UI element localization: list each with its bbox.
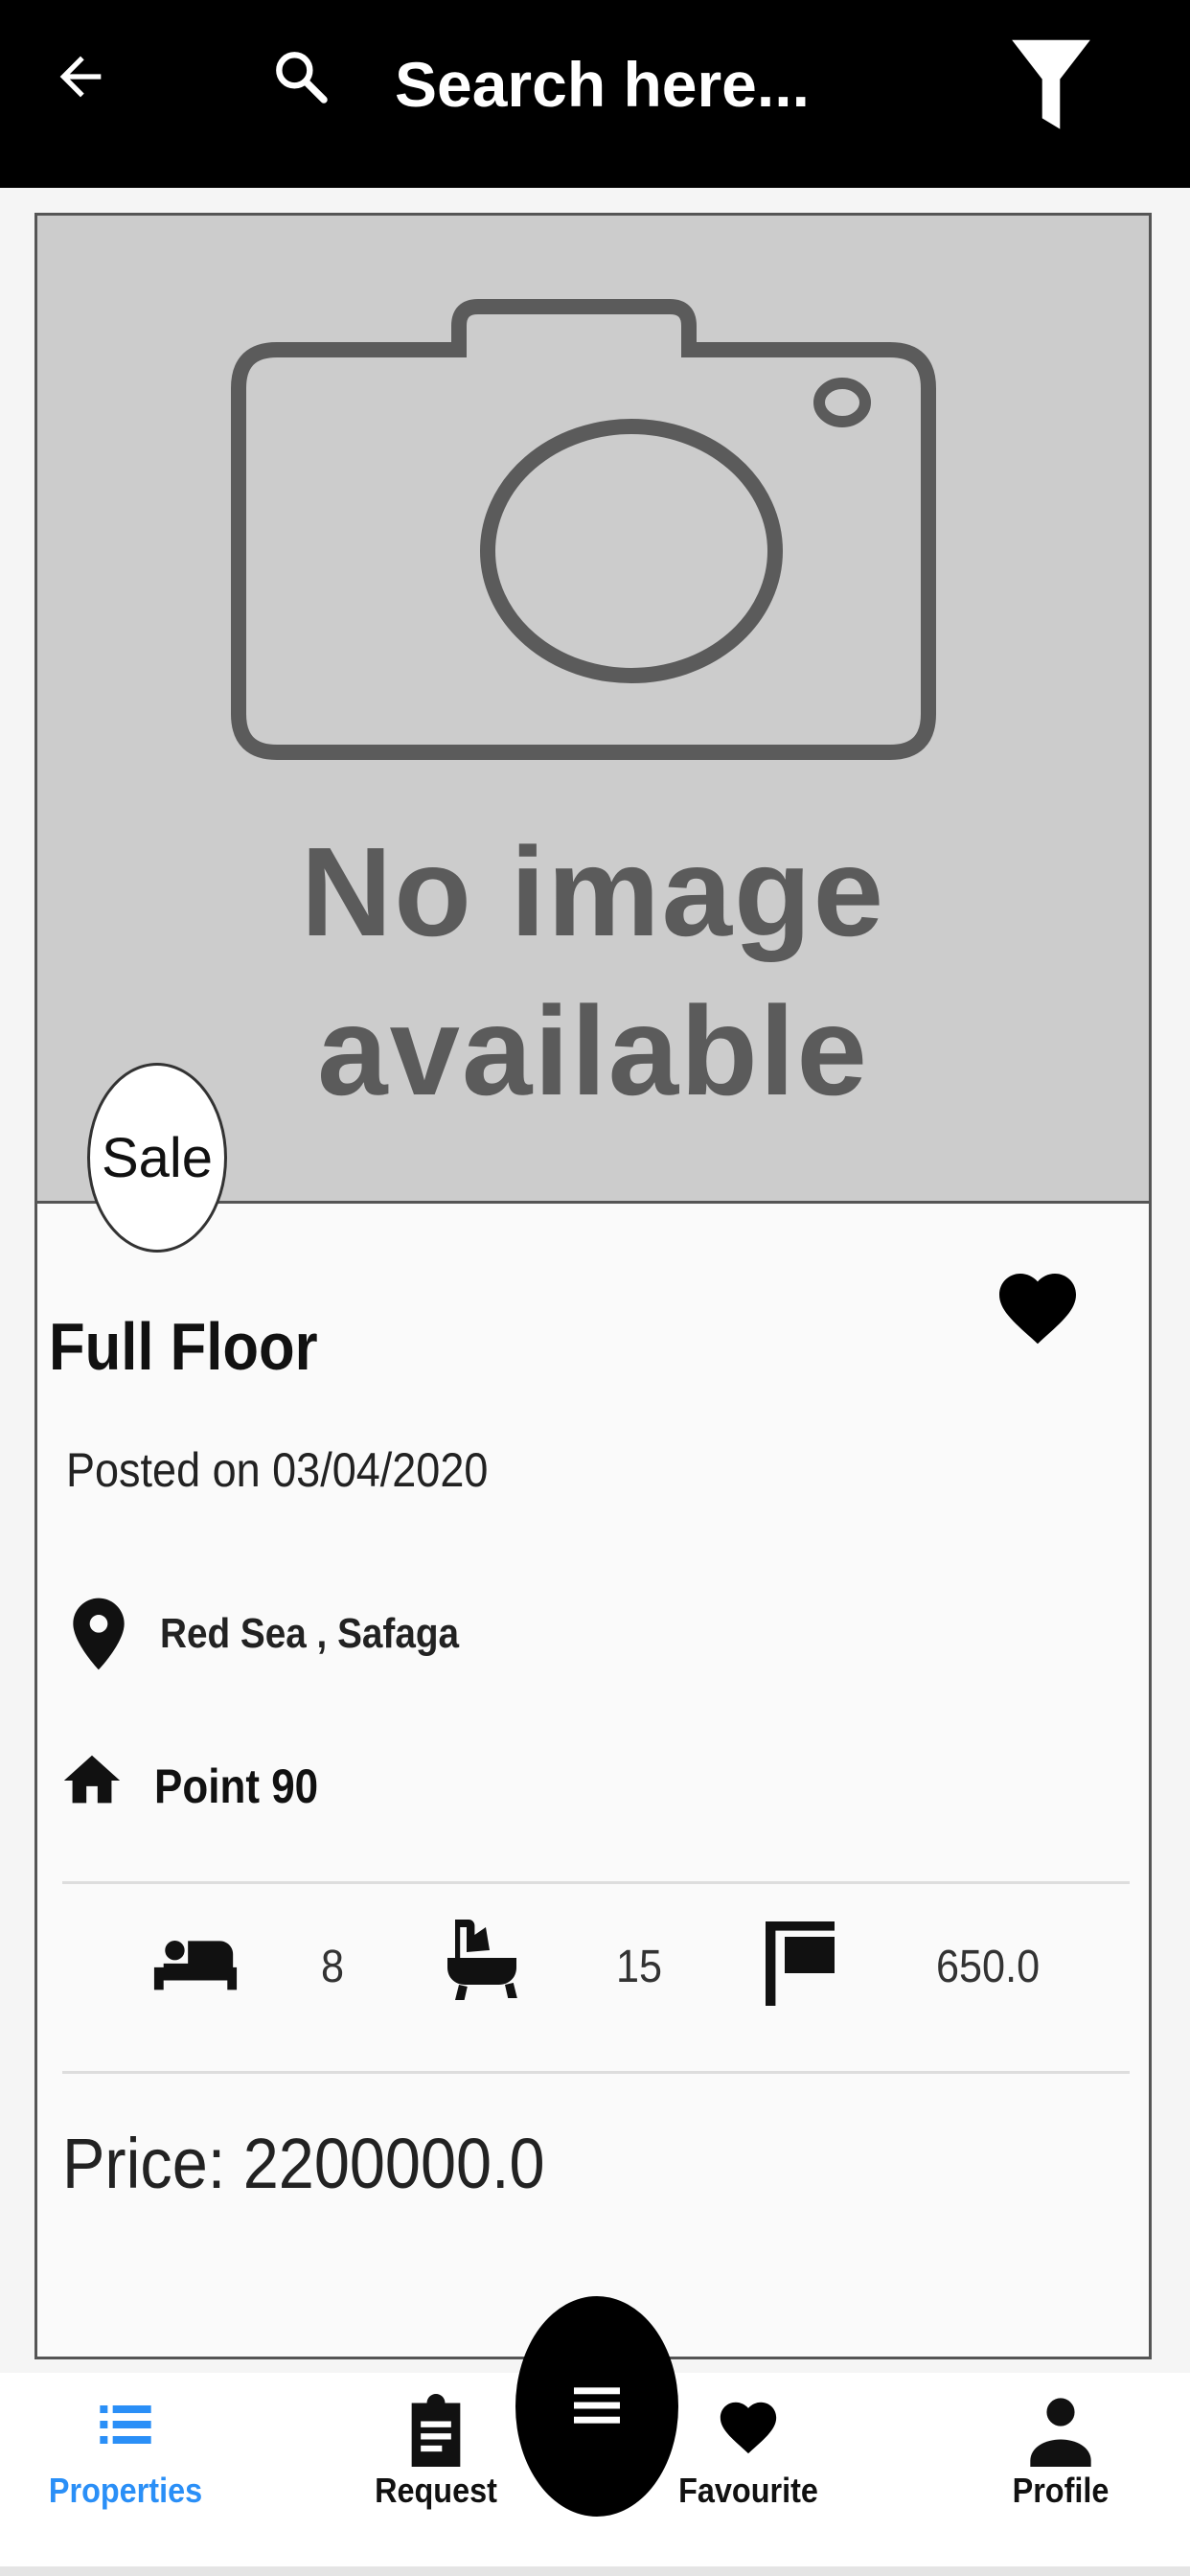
listing-title: Full Floor <box>49 1309 318 1384</box>
menu-fab-button[interactable] <box>515 2296 678 2517</box>
bathtub-icon <box>447 1920 517 2000</box>
app-bar <box>0 0 1190 188</box>
nav-profile[interactable]: Profile <box>941 2373 1180 2576</box>
price-text: Price: 2200000.0 <box>62 2124 545 2203</box>
home-icon <box>63 1755 121 1804</box>
nav-label: Profile <box>1012 2471 1110 2510</box>
bed-icon <box>153 1929 238 1990</box>
area-sign-icon <box>766 1921 835 2006</box>
area-value: 650.0 <box>936 1942 1041 1992</box>
location-text: Red Sea , Safaga <box>160 1610 460 1657</box>
property-image-placeholder: No image available <box>37 216 1149 1204</box>
camera-icon <box>231 299 936 760</box>
nav-label: Request <box>375 2471 497 2510</box>
search-input[interactable] <box>395 36 970 132</box>
divider <box>62 2071 1130 2074</box>
search-icon <box>276 52 328 104</box>
back-arrow-icon[interactable] <box>50 46 111 107</box>
nav-label: Favourite <box>678 2471 818 2510</box>
list-icon <box>100 2405 151 2444</box>
person-icon <box>1030 2398 1091 2467</box>
heart-icon <box>720 2402 777 2454</box>
filter-icon[interactable] <box>1008 36 1094 136</box>
divider <box>62 1881 1130 1884</box>
nav-label: Properties <box>48 2471 203 2510</box>
clipboard-icon <box>411 2394 461 2467</box>
bedrooms-count: 8 <box>321 1942 345 1992</box>
nav-properties[interactable]: Properties <box>6 2373 245 2576</box>
menu-icon <box>574 2387 620 2424</box>
posted-date: Posted on 03/04/2020 <box>66 1443 489 1497</box>
location-pin-icon <box>73 1598 125 1670</box>
system-bar <box>0 2566 1190 2576</box>
sale-badge: Sale <box>87 1063 227 1253</box>
property-card[interactable]: No image available Sale Full Floor Poste… <box>34 213 1152 2359</box>
bathrooms-count: 15 <box>616 1942 663 1992</box>
no-image-text: No image <box>300 821 886 962</box>
building-name: Point 90 <box>154 1760 319 1813</box>
heart-icon[interactable] <box>992 1262 1084 1354</box>
